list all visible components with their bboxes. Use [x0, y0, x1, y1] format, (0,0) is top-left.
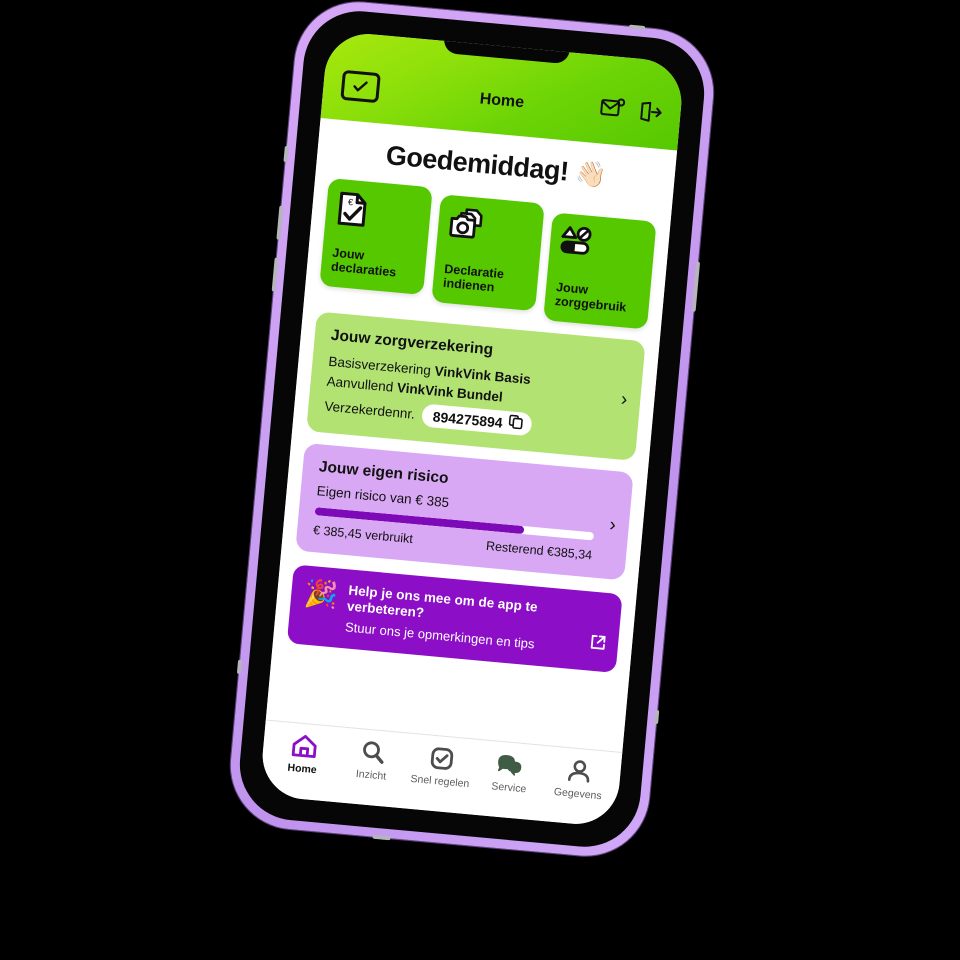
- nav-item-gegevens[interactable]: Gegevens: [543, 755, 616, 803]
- deductible-remaining-text: Resterend €385,34: [485, 538, 593, 563]
- nav-label: Snel regelen: [410, 772, 470, 791]
- nav-label: Inzicht: [355, 767, 387, 783]
- nav-item-snel-regelen[interactable]: Snel regelen: [405, 743, 478, 791]
- nav-label: Gegevens: [553, 785, 603, 803]
- nav-item-service[interactable]: Service: [474, 749, 547, 797]
- phone-notch: [442, 30, 571, 65]
- pill-shapes-icon: [558, 224, 645, 269]
- chat-bubbles-icon: [496, 751, 526, 779]
- mail-notification-icon[interactable]: [598, 96, 626, 125]
- document-euro-check-icon: €: [335, 190, 422, 235]
- deductible-used-text: € 385,45 verbruikt: [312, 523, 414, 547]
- camera-document-icon: €: [447, 206, 534, 251]
- greeting-text: Goedemiddag!: [384, 140, 570, 187]
- insurance-aanvullend-label: Aanvullend: [326, 373, 394, 395]
- quick-action-label: Jouw zorggebruik: [554, 279, 627, 315]
- deductible-card[interactable]: Jouw eigen risico Eigen risico van € 385…: [295, 443, 634, 581]
- party-popper-icon: 🎉: [303, 577, 340, 611]
- home-icon: [290, 732, 318, 760]
- waving-hand-icon: 👋🏻: [574, 159, 608, 191]
- logout-icon[interactable]: [637, 99, 663, 128]
- external-link-icon[interactable]: [589, 633, 607, 655]
- feedback-text-block: Help je ons mee om de app te verbeteren?…: [345, 583, 588, 656]
- quick-actions: € Jouw declaraties Declaratie indienen J…: [318, 178, 658, 330]
- nav-item-home[interactable]: Home: [267, 730, 340, 778]
- copy-icon[interactable]: [508, 414, 523, 432]
- quick-action-label: Jouw declaraties: [330, 245, 397, 280]
- checkbox-rounded-icon: [428, 745, 456, 773]
- svg-text:€: €: [348, 197, 354, 207]
- phone-side-button: [283, 145, 289, 163]
- phone-left-accent: [236, 659, 243, 675]
- person-icon: [566, 757, 594, 785]
- feedback-banner[interactable]: 🎉 Help je ons mee om de app te verbetere…: [286, 564, 623, 673]
- phone-screen: Home Goedemiddag! 👋🏻 € Jouw declaraties …: [258, 30, 686, 828]
- nav-item-inzicht[interactable]: Inzicht: [336, 736, 409, 784]
- header-actions: [598, 96, 663, 129]
- phone-top-accent: [628, 24, 646, 31]
- phone-device: Home Goedemiddag! 👋🏻 € Jouw declaraties …: [188, 0, 756, 897]
- magnifier-icon: [359, 738, 387, 766]
- policy-number-label: Verzekerdennr.: [323, 398, 416, 422]
- phone-frame: Home Goedemiddag! 👋🏻 € Jouw declaraties …: [225, 0, 719, 862]
- checkbox-check-logo-icon[interactable]: [340, 69, 381, 104]
- chevron-right-icon: ›: [608, 514, 617, 537]
- screenshot-stage: Home Goedemiddag! 👋🏻 € Jouw declaraties …: [0, 0, 960, 960]
- phone-bezel: Home Goedemiddag! 👋🏻 € Jouw declaraties …: [235, 6, 709, 852]
- chevron-right-icon: ›: [620, 388, 629, 411]
- nav-label: Home: [287, 761, 318, 777]
- insurance-card[interactable]: Jouw zorgverzekering Basisverzekering Vi…: [306, 311, 646, 462]
- quick-action-declaratie-indienen[interactable]: € Declaratie indienen: [431, 194, 545, 312]
- quick-action-label: Declaratie indienen: [442, 261, 505, 295]
- app-content: Goedemiddag! 👋🏻 € Jouw declaraties Decla…: [265, 117, 678, 752]
- nav-label: Service: [490, 780, 527, 796]
- quick-action-jouw-zorggebruik[interactable]: Jouw zorggebruik: [543, 212, 657, 330]
- policy-number-value: 894275894: [432, 408, 504, 431]
- policy-number-pill[interactable]: 894275894: [420, 403, 533, 437]
- quick-action-jouw-declaraties[interactable]: € Jouw declaraties: [319, 178, 433, 296]
